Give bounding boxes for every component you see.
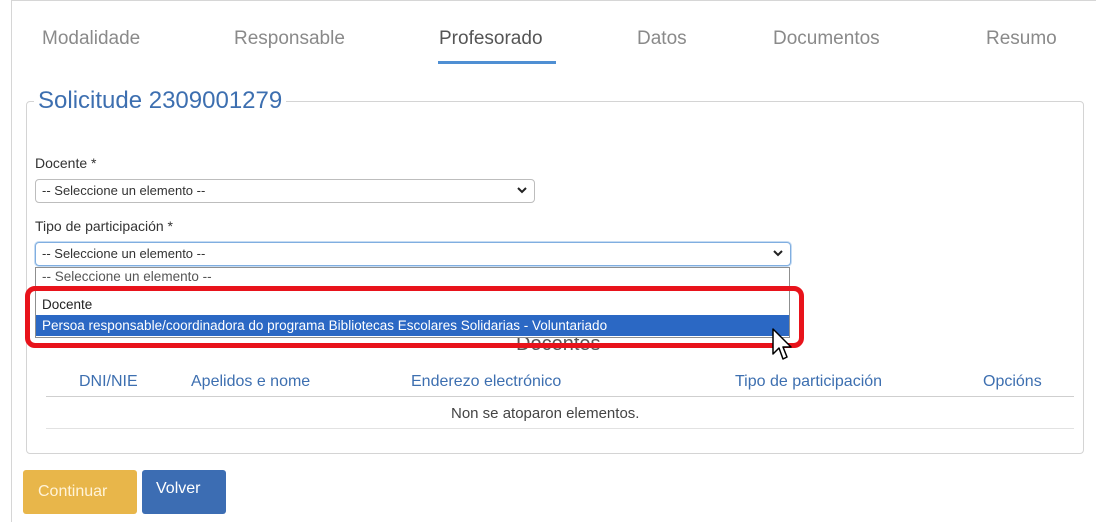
chevron-down-icon: [517, 187, 527, 194]
chevron-down-icon: [773, 250, 783, 257]
docente-select[interactable]: -- Seleccione un elemento --: [35, 179, 535, 203]
active-tab-underline: [438, 61, 556, 64]
tipo-participacion-select[interactable]: -- Seleccione un elemento --: [35, 242, 791, 266]
docente-label: Docente *: [35, 155, 97, 171]
wizard-tabs: Modalidade Responsable Profesorado Datos…: [12, 1, 1096, 69]
table-empty-message: Non se atoparon elementos.: [451, 405, 640, 422]
tab-datos[interactable]: Datos: [637, 28, 687, 50]
app-frame: Modalidade Responsable Profesorado Datos…: [11, 0, 1096, 522]
column-header-opcions: Opcións: [983, 373, 1042, 390]
table-row-divider: [46, 428, 1074, 429]
column-header-dni[interactable]: DNI/NIE: [79, 373, 138, 391]
table-header-divider: [46, 396, 1074, 397]
mouse-pointer-icon: [772, 328, 792, 360]
tab-responsable[interactable]: Responsable: [234, 28, 345, 50]
form-legend: Solicitude 2309001279: [34, 87, 287, 115]
tab-modalidade[interactable]: Modalidade: [42, 28, 140, 50]
docente-select-value: -- Seleccione un elemento --: [42, 183, 206, 198]
column-header-apelidos[interactable]: Apelidos e nome: [191, 373, 310, 391]
continue-button[interactable]: Continuar: [23, 470, 137, 514]
dropdown-option-placeholder[interactable]: -- Seleccione un elemento --: [36, 266, 789, 287]
back-button[interactable]: Volver: [142, 470, 226, 514]
tab-resumo[interactable]: Resumo: [986, 28, 1057, 50]
annotation-highlight-box: [25, 286, 804, 348]
tipo-participacion-label: Tipo de participación *: [35, 218, 174, 234]
tab-documentos[interactable]: Documentos: [773, 28, 880, 50]
column-header-enderezo[interactable]: Enderezo electrónico: [411, 373, 561, 391]
tab-profesorado[interactable]: Profesorado: [439, 28, 543, 50]
column-header-tipo[interactable]: Tipo de participación: [735, 373, 882, 391]
tipo-participacion-select-value: -- Seleccione un elemento --: [42, 246, 206, 261]
